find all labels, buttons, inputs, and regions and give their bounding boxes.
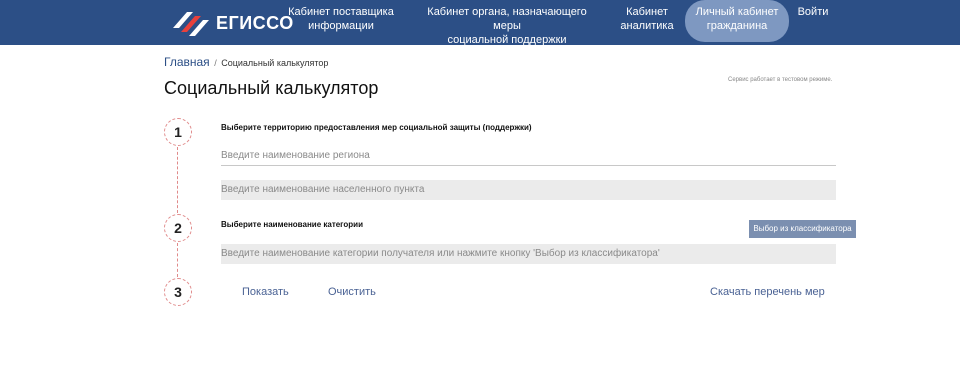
step-2-marker: 2 xyxy=(164,214,192,242)
classifier-button[interactable]: Выбор из классификатора xyxy=(749,220,856,238)
step-connector-1-2 xyxy=(177,147,178,213)
test-mode-notice: Сервис работает в тестовом режиме. xyxy=(728,77,833,83)
nav-org-line2: социальной поддержки xyxy=(447,34,567,46)
step-1-label: Выберите территорию предоставления мер с… xyxy=(221,123,532,132)
nav-analyst-line2: аналитика xyxy=(620,20,674,32)
step-2-label: Выберите наименование категории xyxy=(221,220,364,229)
nav-citizen-line2: гражданина xyxy=(706,20,768,32)
breadcrumb-separator: / xyxy=(214,58,217,68)
breadcrumb-current: Социальный калькулятор xyxy=(221,58,329,68)
step-1-marker: 1 xyxy=(164,118,192,146)
step-3-marker: 3 xyxy=(164,278,192,306)
download-measures-link[interactable]: Скачать перечень мер xyxy=(710,286,825,298)
nav-supplier-line1: Кабинет поставщика xyxy=(288,6,394,18)
show-button[interactable]: Показать xyxy=(242,286,289,298)
nav-analyst-cabinet[interactable]: Кабинет аналитика xyxy=(614,5,680,33)
nav-supplier-cabinet[interactable]: Кабинет поставщика информации xyxy=(288,5,394,33)
locality-input[interactable]: Введите наименование населенного пункта xyxy=(221,180,836,200)
top-header: ЕГИССО Кабинет поставщика информации Каб… xyxy=(0,0,960,47)
breadcrumb-home-link[interactable]: Главная xyxy=(164,55,210,69)
login-link[interactable]: Войти xyxy=(795,5,831,19)
logo-text: ЕГИССО xyxy=(216,13,294,33)
nav-org-line1: Кабинет органа, назначающего меры xyxy=(427,6,587,32)
nav-org-cabinet[interactable]: Кабинет органа, назначающего меры социал… xyxy=(414,5,600,47)
nav-citizen-cabinet[interactable]: Личный кабинет гражданина xyxy=(685,0,789,42)
logo-stripes-icon xyxy=(173,12,209,36)
page-title: Социальный калькулятор xyxy=(164,78,379,98)
breadcrumb: Главная / Социальный калькулятор xyxy=(164,55,328,69)
nav-supplier-line2: информации xyxy=(308,20,374,32)
clear-button[interactable]: Очистить xyxy=(328,286,376,298)
nav-analyst-line1: Кабинет xyxy=(626,6,668,18)
region-input[interactable]: Введите наименование региона xyxy=(221,148,836,166)
category-input[interactable]: Введите наименование категории получател… xyxy=(221,244,836,264)
nav-citizen-line1: Личный кабинет xyxy=(695,6,779,18)
step-connector-2-3 xyxy=(177,243,178,277)
